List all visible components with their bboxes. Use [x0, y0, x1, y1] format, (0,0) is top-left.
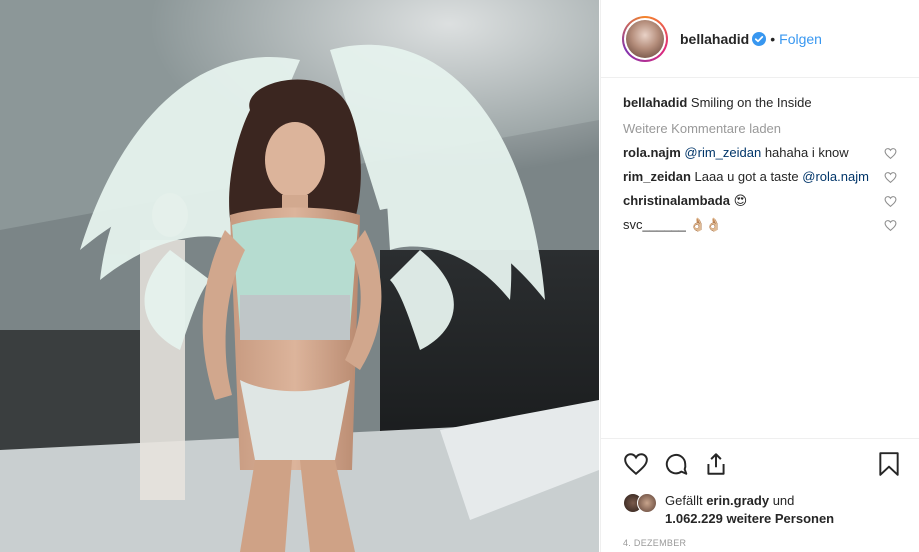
comment-text: 👌🏼👌🏼	[689, 217, 722, 232]
comment-item: christinalambada 😍	[623, 192, 897, 210]
avatar-border	[624, 17, 666, 60]
likes-summary: Gefällt erin.grady und 1.062.229 weitere…	[623, 492, 902, 528]
caption-username[interactable]: bellahadid	[623, 95, 687, 110]
comment-mention[interactable]: @rim_zeidan	[684, 145, 761, 160]
comment-like-heart-icon[interactable]	[884, 147, 897, 160]
caption: bellahadid Smiling on the Inside	[623, 94, 897, 112]
post-date[interactable]: 4. DEZEMBER	[623, 538, 902, 548]
liker-avatars	[623, 493, 663, 515]
comment-username[interactable]: christinalambada	[623, 193, 730, 208]
comment-mention[interactable]: @rola.najm	[802, 169, 869, 184]
comment-body: svc______ 👌🏼👌🏼	[623, 216, 722, 234]
comment-text: hahaha i know	[764, 145, 849, 160]
avatar[interactable]	[622, 15, 668, 62]
post-image[interactable]	[0, 0, 599, 552]
likes-prefix: Gefällt	[665, 493, 703, 508]
comment-username[interactable]: rim_zeidan	[623, 169, 691, 184]
share-icon[interactable]	[703, 451, 729, 477]
verified-icon	[752, 31, 767, 46]
post-image-illustration	[0, 0, 599, 552]
comment-body: rola.najm @rim_zeidan hahaha i know	[623, 144, 849, 162]
likes-count[interactable]: 1.062.229	[665, 511, 723, 526]
post-header: bellahadid • Folgen	[601, 0, 919, 78]
action-bar	[623, 449, 902, 479]
comment-like-heart-icon[interactable]	[884, 171, 897, 184]
comment-like-heart-icon[interactable]	[884, 195, 897, 208]
post-actions: Gefällt erin.grady und 1.062.229 weitere…	[601, 438, 919, 548]
caption-text: Smiling on the Inside	[690, 95, 812, 110]
comment-body: christinalambada 😍	[623, 192, 747, 210]
comments-section: bellahadid Smiling on the Inside Weitere…	[601, 78, 919, 234]
comment-text: Laaa u got a taste	[694, 169, 799, 184]
comment-username[interactable]: svc______	[623, 217, 686, 232]
heart-icon[interactable]	[623, 451, 649, 477]
comment-item: svc______ 👌🏼👌🏼	[623, 216, 897, 234]
comment-like-heart-icon[interactable]	[884, 219, 897, 232]
load-more-comments-button[interactable]: Weitere Kommentare laden	[623, 120, 897, 138]
liker-avatar	[637, 493, 657, 513]
comment-body: rim_zeidan Laaa u got a taste @rola.najm	[623, 168, 869, 186]
bookmark-icon[interactable]	[876, 451, 902, 477]
comment-text: 😍	[733, 193, 748, 208]
comment-icon[interactable]	[663, 451, 689, 477]
separator-dot: •	[770, 30, 776, 47]
avatar-image	[626, 19, 664, 58]
likes-text: Gefällt erin.grady und 1.062.229 weitere…	[665, 492, 834, 528]
likes-suffix[interactable]: weitere Personen	[726, 511, 834, 526]
comment-item: rim_zeidan Laaa u got a taste @rola.najm	[623, 168, 897, 186]
header-username[interactable]: bellahadid	[680, 31, 749, 47]
post-side-panel: bellahadid • Folgen bellahadid Smiling o…	[600, 0, 919, 552]
likes-user[interactable]: erin.grady	[706, 493, 769, 508]
comment-item: rola.najm @rim_zeidan hahaha i know	[623, 144, 897, 162]
comment-username[interactable]: rola.najm	[623, 145, 681, 160]
follow-button[interactable]: Folgen	[779, 31, 822, 47]
likes-connector: und	[772, 493, 795, 508]
